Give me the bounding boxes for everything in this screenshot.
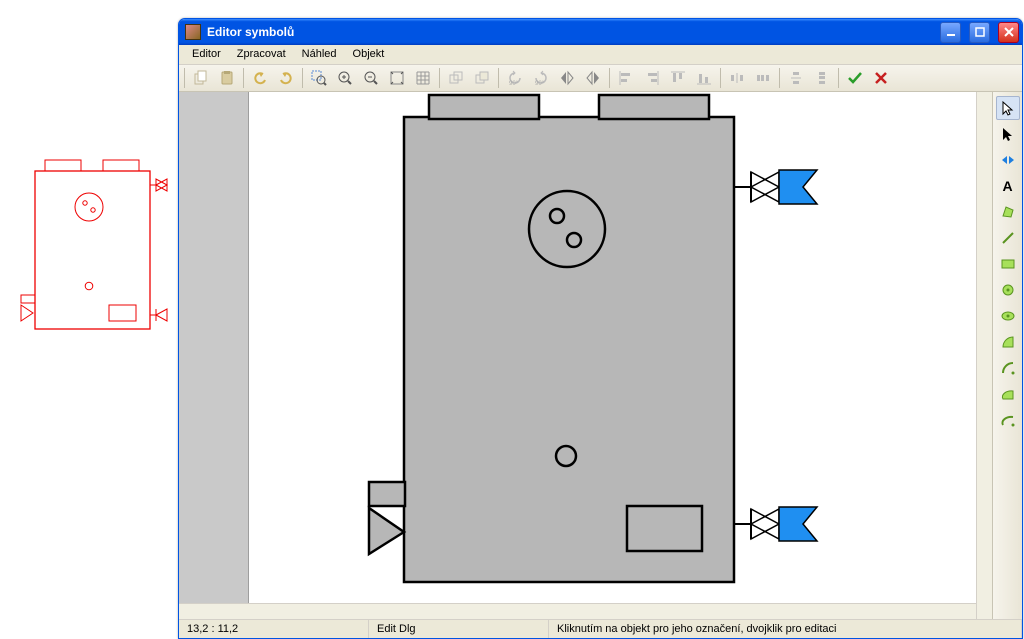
zoom-fit-button[interactable]	[385, 66, 409, 90]
canvas-area: A	[179, 92, 1022, 619]
rect-tool[interactable]	[996, 252, 1020, 276]
ellipse-tool[interactable]	[996, 304, 1020, 328]
menu-objekt[interactable]: Objekt	[346, 46, 392, 62]
group-button[interactable]	[470, 66, 494, 90]
cancel-button[interactable]	[869, 66, 893, 90]
arc-tool-1[interactable]	[996, 330, 1020, 354]
titlebar: Editor symbolů	[179, 19, 1022, 45]
statusbar: 13,2 : 11,2 Edit Dlg Kliknutím na objekt…	[179, 619, 1022, 638]
grid-button[interactable]	[411, 66, 435, 90]
line-tool[interactable]	[996, 226, 1020, 250]
cursor-solid-tool[interactable]	[996, 122, 1020, 146]
align-top-button[interactable]	[666, 66, 690, 90]
close-button[interactable]	[998, 22, 1019, 43]
distribute-h1-button[interactable]	[725, 66, 749, 90]
scrollbar-vertical[interactable]	[976, 92, 992, 619]
zoom-in-button[interactable]	[333, 66, 357, 90]
arc-tool-3[interactable]	[996, 382, 1020, 406]
rotate-right-button[interactable]: 90°	[529, 66, 553, 90]
preview-thumbnail	[9, 155, 174, 348]
circle-tool[interactable]	[996, 278, 1020, 302]
redo-button[interactable]	[274, 66, 298, 90]
status-coords: 13,2 : 11,2	[179, 620, 369, 638]
minimize-button[interactable]	[940, 22, 961, 43]
align-left-button[interactable]	[614, 66, 638, 90]
svg-text:90°: 90°	[535, 81, 545, 86]
app-icon	[185, 24, 201, 40]
window-title: Editor symbolů	[207, 25, 294, 39]
distribute-v2-button[interactable]	[810, 66, 834, 90]
distribute-v1-button[interactable]	[784, 66, 808, 90]
maximize-button[interactable]	[969, 22, 990, 43]
reference-tool[interactable]	[996, 148, 1020, 172]
pointer-tool[interactable]	[996, 96, 1020, 120]
canvas[interactable]	[249, 92, 992, 619]
scrollbar-horizontal[interactable]	[179, 603, 976, 619]
svg-text:90°: 90°	[509, 81, 519, 86]
polygon-tool[interactable]	[996, 200, 1020, 224]
canvas-gutter	[179, 92, 249, 619]
arc-tool-4[interactable]	[996, 408, 1020, 432]
menu-nahled[interactable]: Náhled	[295, 46, 344, 62]
arc-tool-2[interactable]	[996, 356, 1020, 380]
zoom-out-button[interactable]	[359, 66, 383, 90]
duplicate-button[interactable]	[444, 66, 468, 90]
flip-h-button[interactable]	[555, 66, 579, 90]
copy-button[interactable]	[189, 66, 213, 90]
status-mode: Edit Dlg	[369, 620, 549, 638]
flip-v-button[interactable]	[581, 66, 605, 90]
side-toolbar: A	[992, 92, 1022, 619]
menu-zpracovat[interactable]: Zpracovat	[230, 46, 293, 62]
toolbar: 90° 90°	[179, 65, 1022, 92]
distribute-h2-button[interactable]	[751, 66, 775, 90]
text-tool[interactable]: A	[996, 174, 1020, 198]
align-bottom-button[interactable]	[692, 66, 716, 90]
rotate-left-button[interactable]: 90°	[503, 66, 527, 90]
zoom-area-button[interactable]	[307, 66, 331, 90]
menubar: Editor Zpracovat Náhled Objekt	[179, 45, 1022, 64]
undo-button[interactable]	[248, 66, 272, 90]
align-right-button[interactable]	[640, 66, 664, 90]
editor-window: Editor symbolů Editor Zpracovat Náhled O…	[178, 18, 1023, 639]
ok-button[interactable]	[843, 66, 867, 90]
status-hint: Kliknutím na objekt pro jeho označení, d…	[549, 620, 1022, 638]
menu-editor[interactable]: Editor	[185, 46, 228, 62]
paste-button[interactable]	[215, 66, 239, 90]
